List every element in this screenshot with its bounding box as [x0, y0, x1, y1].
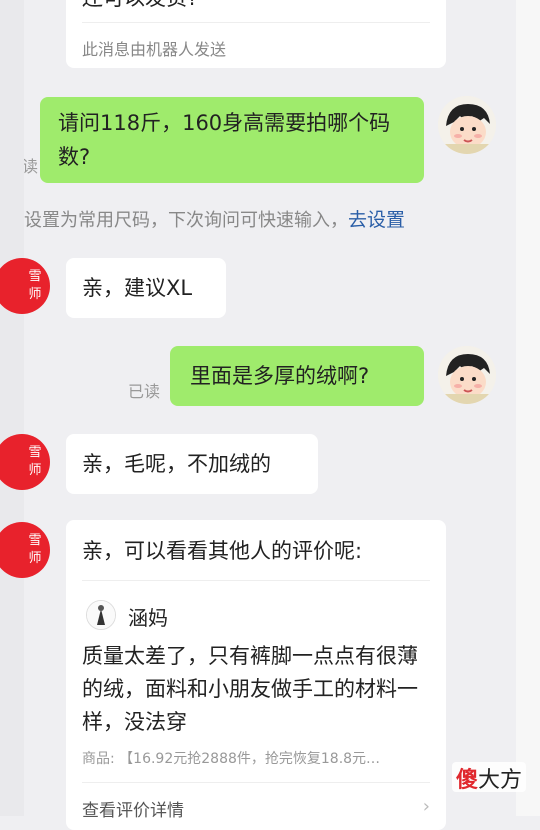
screen-edge-left: [0, 0, 24, 816]
review-intro-text: 亲，可以看看其他人的评价呢:: [82, 539, 363, 563]
shop-reply-text: 亲，建议XL: [82, 276, 193, 300]
read-status: 已读: [128, 382, 161, 401]
cartoon-boy-icon: [438, 96, 496, 154]
review-text: 质量太差了，只有裤脚一点点有很薄的绒，面料和小朋友做手工的材料一样，没法穿: [82, 644, 418, 734]
size-tip-text: 设置为常用尺码，下次询问可快速输入，: [24, 210, 348, 231]
shop-reply-bubble[interactable]: 亲，毛呢，不加绒的: [66, 434, 318, 494]
divider: [82, 580, 430, 581]
divider: [82, 22, 430, 23]
watermark-logo: 傻大方: [452, 762, 527, 793]
screen-edge-right: [516, 0, 540, 816]
user-message-bubble[interactable]: 里面是多厚的绒啊?: [170, 346, 424, 406]
view-review-details-link[interactable]: 查看评价详情 ›: [82, 796, 430, 821]
view-details-label: 查看评价详情: [82, 801, 184, 821]
cartoon-boy-icon: [438, 346, 496, 404]
review-card[interactable]: 亲，可以看看其他人的评价呢: 涵妈 质量太差了，只有裤脚一点点有很薄的绒，面料和…: [66, 520, 446, 830]
chevron-right-icon: ›: [422, 796, 430, 817]
robot-message-card: 还可以发货? 此消息由机器人发送: [66, 0, 446, 68]
reviewer-avatar: [86, 600, 116, 630]
review-product: 商品: 【16.92元抢2888件，抢完恢复18.8元…: [82, 748, 426, 768]
shop-avatar[interactable]: 雪师: [0, 434, 50, 490]
reviewer-avatar-icon: [87, 601, 115, 629]
divider: [82, 782, 430, 783]
product-label: 商品:: [82, 751, 115, 767]
shop-reply-text: 亲，毛呢，不加绒的: [82, 452, 271, 476]
robot-message-partial-text: 还可以发货?: [82, 0, 198, 12]
shop-reply-bubble[interactable]: 亲，建议XL: [66, 258, 226, 318]
go-settings-link[interactable]: 去设置: [348, 209, 405, 231]
user-avatar[interactable]: [438, 346, 496, 404]
watermark-part1: 傻: [456, 768, 479, 793]
reviewer-name: 涵妈: [128, 606, 168, 630]
product-value: 【16.92元抢2888件，抢完恢复18.8元…: [119, 751, 381, 767]
robot-note: 此消息由机器人发送: [82, 40, 227, 59]
watermark-part2: 大方: [478, 768, 523, 793]
read-status: 已读: [24, 157, 38, 176]
user-message-text: 里面是多厚的绒啊?: [190, 364, 370, 388]
user-message-text: 请问118斤，160身高需要拍哪个码数?: [58, 111, 391, 169]
user-message-bubble[interactable]: 请问118斤，160身高需要拍哪个码数?: [40, 97, 424, 183]
size-setting-tip: 设置为常用尺码，下次询问可快速输入，去设置: [24, 205, 405, 232]
shop-avatar[interactable]: 雪师: [0, 522, 50, 578]
shop-avatar[interactable]: 雪师: [0, 258, 50, 314]
user-avatar[interactable]: [438, 96, 496, 154]
